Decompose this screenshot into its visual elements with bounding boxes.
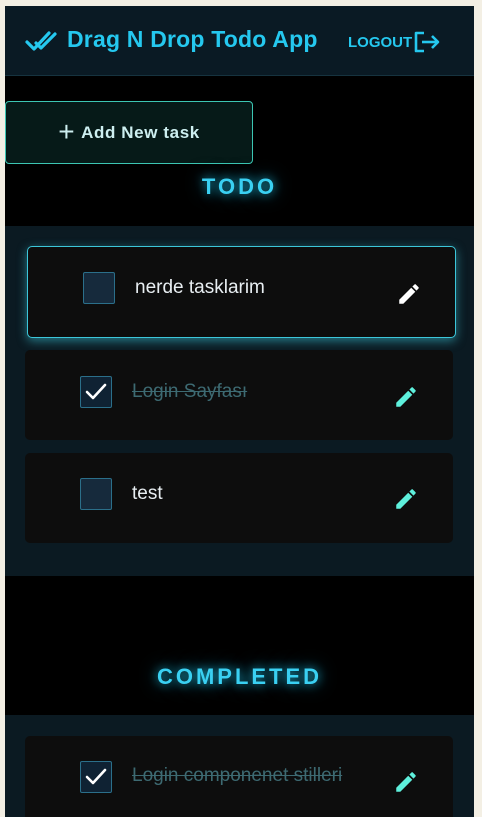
completed-section-title: COMPLETED bbox=[156, 664, 323, 689]
task-checkbox[interactable] bbox=[80, 478, 112, 510]
add-new-task-label: Add New task bbox=[81, 122, 200, 142]
task-text: Login componenet stilleri bbox=[132, 765, 343, 786]
add-new-task-button[interactable]: + Add New task bbox=[5, 101, 253, 164]
task-card[interactable]: test bbox=[25, 453, 453, 543]
task-checkbox[interactable] bbox=[80, 376, 112, 408]
task-card[interactable]: nerde tasklarim bbox=[27, 246, 456, 338]
task-text: test bbox=[132, 483, 163, 504]
checkmark-icon bbox=[85, 383, 107, 400]
todo-section-title: TODO bbox=[201, 174, 278, 199]
pencil-edit-icon[interactable] bbox=[393, 769, 419, 795]
task-checkbox[interactable] bbox=[80, 761, 112, 793]
app-title: Drag N Drop Todo App bbox=[67, 26, 318, 52]
logout-button[interactable]: LOGOUT bbox=[348, 30, 441, 54]
todo-list: nerde tasklarim Login Sayfası test bbox=[5, 226, 474, 576]
app-window: Drag N Drop Todo App LOGOUT + Add New ta… bbox=[5, 6, 474, 817]
plus-icon: + bbox=[58, 115, 76, 147]
pencil-edit-icon[interactable] bbox=[393, 486, 419, 512]
completed-list: Login componenet stilleri bbox=[5, 715, 474, 817]
logout-arrow-icon bbox=[414, 31, 440, 53]
pencil-edit-icon[interactable] bbox=[393, 384, 419, 410]
task-text: Login Sayfası bbox=[132, 381, 248, 402]
logout-label: LOGOUT bbox=[348, 33, 413, 51]
app-header: Drag N Drop Todo App LOGOUT bbox=[5, 6, 474, 76]
pencil-edit-icon[interactable] bbox=[396, 281, 422, 307]
checkmark-icon bbox=[85, 768, 107, 785]
task-checkbox[interactable] bbox=[83, 272, 115, 304]
task-card[interactable]: Login Sayfası bbox=[25, 350, 453, 440]
double-check-icon bbox=[25, 31, 57, 51]
task-text: nerde tasklarim bbox=[135, 277, 265, 298]
task-card[interactable]: Login componenet stilleri bbox=[25, 736, 453, 817]
